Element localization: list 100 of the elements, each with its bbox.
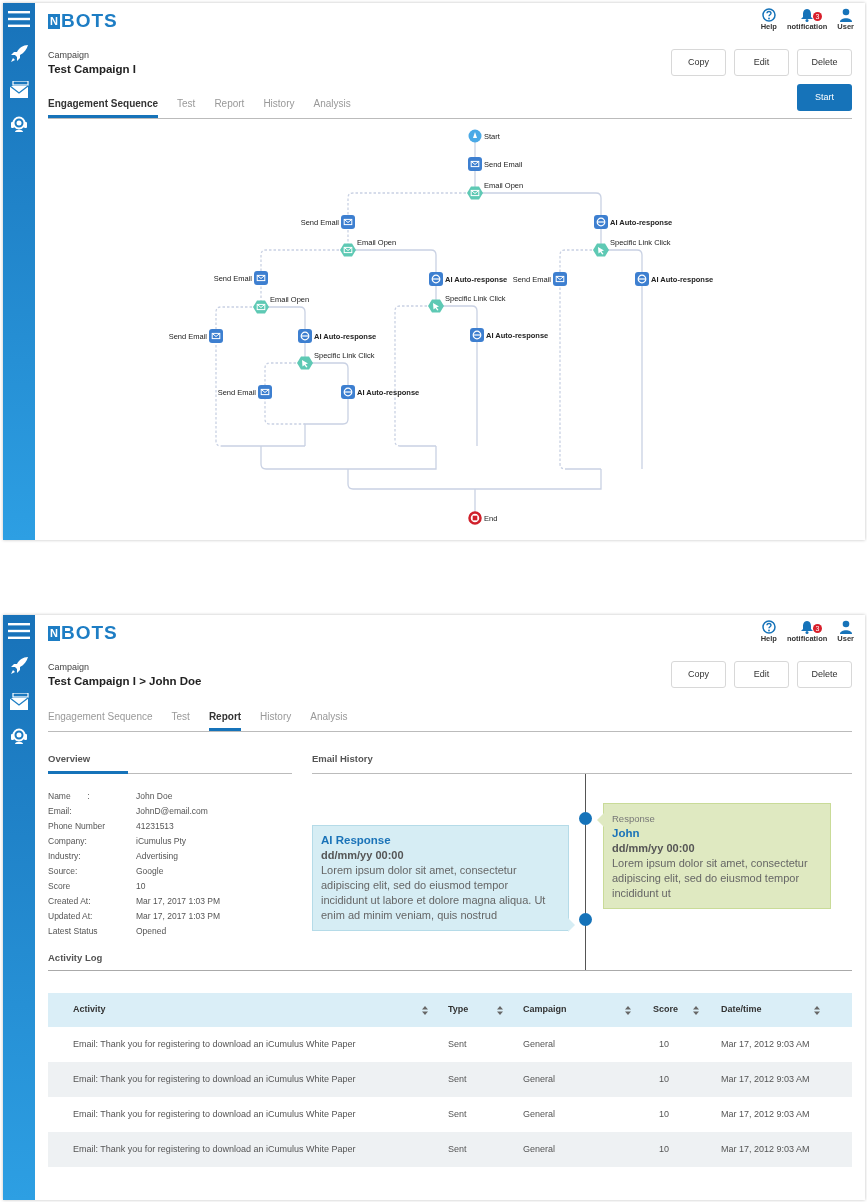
table-cell: Sent — [436, 1132, 511, 1167]
table-cell: 10 — [639, 1097, 707, 1132]
table-cell: General — [511, 1097, 639, 1132]
rocket-icon[interactable] — [9, 44, 29, 64]
help-icon[interactable] — [761, 8, 776, 22]
table-cell: General — [511, 1062, 639, 1097]
section-heading: Email History — [312, 753, 852, 774]
robot-node-icon — [594, 215, 608, 229]
table-cell: 10 — [639, 1132, 707, 1167]
column-header[interactable]: Type — [436, 993, 511, 1027]
logo-mark: N — [48, 625, 60, 641]
message-sender: John — [612, 826, 641, 841]
field-label: Email: — [48, 805, 73, 818]
breadcrumb-label: Campaign — [48, 661, 91, 673]
robot-node-icon — [341, 385, 355, 399]
field-value: 10 — [136, 880, 146, 893]
table-cell: Email: Thank you for registering to download an iCumulus White Paper — [48, 1132, 436, 1167]
bell-icon[interactable] — [800, 8, 815, 22]
action-button[interactable]: Copy — [671, 661, 726, 688]
start-button[interactable]: Start — [797, 84, 852, 111]
field-label: Source: — [48, 865, 79, 878]
column-title: Date/time — [721, 1003, 762, 1017]
robot-node-icon — [635, 272, 649, 286]
table-cell: General — [511, 1132, 639, 1167]
message-label: Response — [612, 812, 656, 826]
sort-icon[interactable] — [625, 1005, 631, 1015]
action-button[interactable]: Delete — [797, 49, 852, 76]
column-title: Score — [653, 1003, 678, 1017]
start-node-icon — [468, 129, 482, 143]
table-cell: Sent — [436, 1097, 511, 1132]
mail-icon[interactable] — [9, 693, 29, 711]
section-heading: Activity Log — [48, 952, 104, 965]
table-cell: General — [511, 1027, 639, 1062]
email-node-icon — [553, 272, 567, 286]
table-cell: Mar 17, 2012 9:03 AM — [707, 1027, 852, 1062]
sort-icon[interactable] — [422, 1005, 428, 1015]
field-label: Industry: — [48, 850, 82, 863]
email-node-icon — [341, 215, 355, 229]
field-label: Name : — [48, 790, 91, 803]
message-body: Lorem ipsum dolor sit amet, consectetur adipiscing elit, sed do eiusmod tempor incididunt ut labore et dolore magna aliqua. Ut enim ad minim veniam, quis nostrud — [321, 863, 547, 923]
column-header[interactable]: Score — [639, 993, 707, 1027]
action-button[interactable]: Edit — [734, 661, 789, 688]
column-title: Activity — [73, 1003, 106, 1017]
field-value: JohnD@email.com — [136, 805, 208, 818]
field-label: Created At: — [48, 895, 92, 908]
action-button[interactable]: Delete — [797, 661, 852, 688]
mail-icon[interactable] — [9, 81, 29, 99]
column-header[interactable]: Date/time — [707, 993, 852, 1027]
sort-icon[interactable] — [693, 1005, 699, 1015]
column-title: Campaign — [523, 1003, 567, 1017]
logo-text: BOTS — [60, 623, 118, 643]
support-icon[interactable] — [9, 728, 29, 744]
menu-icon[interactable] — [8, 11, 30, 27]
tab[interactable]: Engagement Sequence — [48, 97, 159, 118]
field-value: Advertising — [136, 850, 179, 863]
logo-mark: N — [48, 13, 60, 29]
message-date: dd/mm/yy 00:00 — [321, 848, 405, 863]
cursor-node-icon — [428, 299, 444, 313]
help-icon[interactable] — [761, 620, 776, 634]
tab[interactable]: Report — [208, 710, 242, 731]
rocket-icon[interactable] — [9, 656, 29, 676]
table-cell: Email: Thank you for registering to download an iCumulus White Paper — [48, 1097, 436, 1132]
page-title: Test Campaign I — [48, 62, 136, 77]
field-value: Opened — [136, 925, 167, 938]
column-header[interactable]: Campaign — [511, 993, 639, 1027]
stop-node-icon — [468, 511, 482, 525]
logo-text: BOTS — [60, 11, 118, 31]
field-value: iCumulus Pty — [136, 835, 187, 848]
table-cell: 10 — [639, 1062, 707, 1097]
table-cell: 10 — [639, 1027, 707, 1062]
table-cell: Mar 17, 2012 9:03 AM — [707, 1062, 852, 1097]
field-value: John Doe — [136, 790, 173, 803]
field-label: Score — [48, 880, 72, 893]
bell-icon[interactable] — [800, 620, 815, 634]
field-value: Mar 17, 2017 1:03 PM — [136, 895, 221, 908]
timeline-dot — [579, 913, 592, 926]
sort-icon[interactable] — [814, 1005, 820, 1015]
breadcrumb-label: Campaign — [48, 49, 91, 61]
table-cell: Email: Thank you for registering to download an iCumulus White Paper — [48, 1062, 436, 1097]
field-label: Latest Status — [48, 925, 99, 938]
robot-node-icon — [470, 328, 484, 342]
menu-icon[interactable] — [8, 623, 30, 639]
message-date: dd/mm/yy 00:00 — [612, 841, 696, 856]
user-icon[interactable] — [838, 620, 853, 634]
sort-icon[interactable] — [497, 1005, 503, 1015]
field-label: Company: — [48, 835, 88, 848]
table-cell: Sent — [436, 1062, 511, 1097]
action-button[interactable]: Copy — [671, 49, 726, 76]
user-icon[interactable] — [838, 8, 853, 22]
field-label: Phone Number — [48, 820, 107, 833]
email-node-icon — [209, 329, 223, 343]
message-body: Lorem ipsum dolor sit amet, consectetur adipiscing elit, sed do eiusmod tempor incididunt ut — [612, 856, 809, 901]
action-button[interactable]: Edit — [734, 49, 789, 76]
support-icon[interactable] — [9, 116, 29, 132]
email-open-node-icon — [253, 300, 269, 314]
cursor-node-icon — [297, 356, 313, 370]
column-header[interactable]: Activity — [48, 993, 436, 1027]
table-cell: Email: Thank you for registering to download an iCumulus White Paper — [48, 1027, 436, 1062]
email-open-node-icon — [467, 186, 483, 200]
email-node-icon — [258, 385, 272, 399]
